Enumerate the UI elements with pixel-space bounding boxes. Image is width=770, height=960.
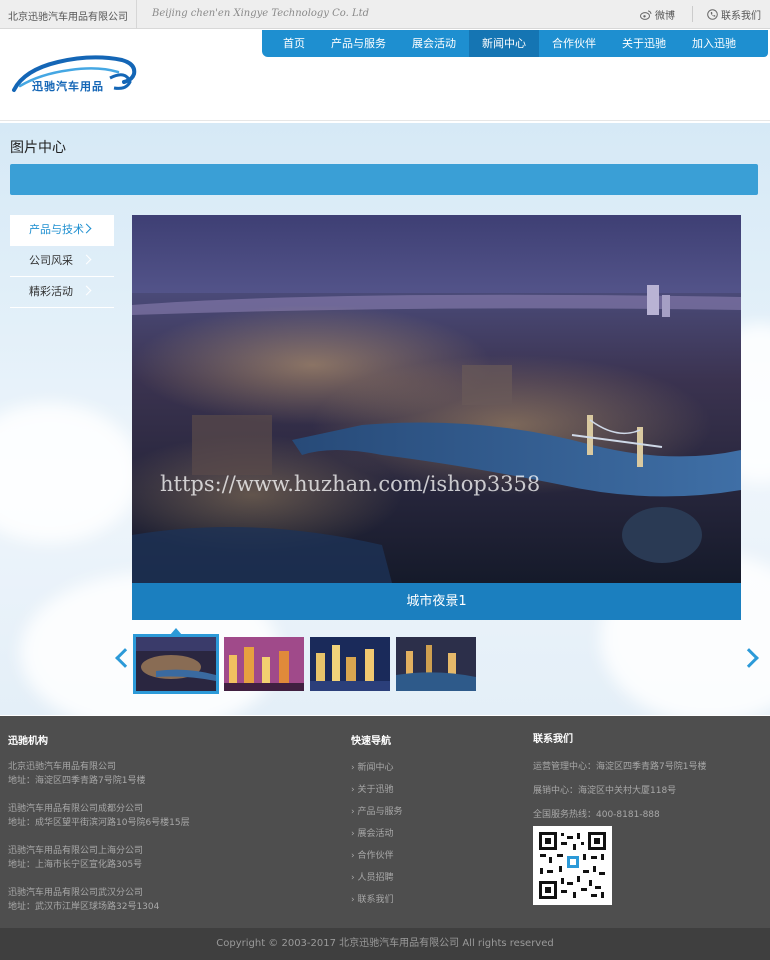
footer-link-label: 展会活动 [357, 829, 394, 839]
thumbnail-image [224, 637, 304, 691]
footer-link-label: 新闻中心 [357, 763, 394, 773]
footer-link[interactable]: › 关于迅驰 [351, 782, 393, 795]
top-bar: 北京迅驰汽车用品有限公司 Beijing chen'en Xingye Tech… [0, 0, 770, 29]
nav-item-products[interactable]: 产品与服务 [318, 30, 399, 57]
footer-link-label: 产品与服务 [357, 807, 403, 817]
footer-quicknav-title: 快速导航 [351, 736, 391, 747]
photo-caption: 城市夜景1 [132, 583, 741, 620]
footer-link-label: 人员招聘 [357, 873, 394, 883]
main-content: 图片中心 产品与技术 公司风采 精彩活动 https://www.huzhan.… [0, 123, 770, 715]
footer-link[interactable]: › 新闻中心 [351, 760, 393, 773]
office-address: 地址：上海市长宁区宣化路305号 [8, 860, 143, 870]
thumbnail-image [396, 637, 476, 691]
footer-link-label: 合作伙伴 [357, 851, 394, 861]
thumbnail[interactable] [224, 637, 304, 691]
logo-text: 迅驰汽车用品 [32, 80, 104, 93]
footer-link[interactable]: › 人员招聘 [351, 870, 393, 883]
nav-item-exhibitions[interactable]: 展会活动 [399, 30, 469, 57]
main-photo: https://www.huzhan.com/ishop3358 [132, 215, 741, 583]
office-name: 迅驰汽车用品有限公司成都分公司 [8, 804, 144, 814]
nav-item-partners[interactable]: 合作伙伴 [539, 30, 609, 57]
header-divider [0, 120, 770, 121]
sidebar-item-products-tech[interactable]: 产品与技术 [10, 215, 114, 246]
nav-item-news[interactable]: 新闻中心 [469, 30, 539, 57]
phone-icon [707, 9, 718, 20]
divider [136, 0, 137, 29]
sidebar-item-label: 产品与技术 [29, 223, 84, 236]
company-english-name: Beijing chen'en Xingye Technology Co. Lt… [152, 8, 370, 19]
divider [692, 6, 693, 22]
contact-label: 联系我们 [721, 11, 761, 22]
sidebar-item-label: 精彩活动 [29, 285, 73, 298]
thumbnail-image [310, 637, 390, 691]
footer-link[interactable]: › 产品与服务 [351, 804, 402, 817]
chevron-right-icon [81, 285, 92, 296]
footer-link[interactable]: › 合作伙伴 [351, 848, 393, 861]
thumbnail[interactable] [133, 634, 219, 694]
footer-link[interactable]: › 联系我们 [351, 892, 393, 905]
office-address: 地址：武汉市江岸区球场路32号1304 [8, 902, 160, 912]
copyright-bar: Copyright © 2003-2017 北京迅驰汽车用品有限公司 All r… [0, 928, 770, 960]
weibo-label: 微博 [655, 11, 675, 22]
office-entry: 迅驰汽车用品有限公司武汉分公司 地址：武汉市江岸区球场路32号1304 [8, 886, 159, 914]
main-nav: 首页 产品与服务 展会活动 新闻中心 合作伙伴 关于迅驰 加入迅驰 [262, 30, 768, 57]
qr-code [533, 826, 612, 905]
thumbnail[interactable] [310, 637, 390, 691]
office-name: 北京迅驰汽车用品有限公司 [8, 762, 117, 772]
site-logo[interactable]: 迅驰汽车用品 [10, 50, 140, 98]
thumbnail-strip [133, 634, 479, 695]
sidebar-item-company-style[interactable]: 公司风采 [10, 246, 114, 277]
office-name: 迅驰汽车用品有限公司武汉分公司 [8, 888, 144, 898]
contact-line: 展销中心：海淀区中关村大厦118号 [533, 786, 677, 796]
city-night-image: https://www.huzhan.com/ishop3358 [132, 215, 741, 583]
footer-link-label: 联系我们 [357, 895, 394, 905]
nav-item-home[interactable]: 首页 [270, 30, 318, 57]
footer-offices-title: 迅驰机构 [8, 736, 48, 747]
thumbnail[interactable] [396, 637, 476, 691]
contact-link[interactable]: 联系我们 [707, 7, 761, 22]
footer-contact-title: 联系我们 [533, 734, 573, 745]
title-band [10, 164, 758, 195]
weibo-icon [640, 10, 652, 20]
contact-line: 运营管理中心：海淀区四季青路7号院1号楼 [533, 762, 707, 772]
page-title: 图片中心 [10, 140, 66, 156]
footer-link[interactable]: › 展会活动 [351, 826, 393, 839]
nav-item-join[interactable]: 加入迅驰 [679, 30, 749, 57]
company-name: 北京迅驰汽车用品有限公司 [8, 12, 128, 23]
footer: 迅驰机构 北京迅驰汽车用品有限公司 地址：海淀区四季青路7号院1号楼 迅驰汽车用… [0, 716, 770, 928]
sidebar-item-events[interactable]: 精彩活动 [10, 277, 114, 308]
office-address: 地址：成华区望平街滨河路10号院6号楼15层 [8, 818, 190, 828]
weibo-link[interactable]: 微博 [640, 7, 675, 22]
qr-code-image [537, 830, 608, 901]
thumbnail-image [136, 637, 216, 691]
office-entry: 迅驰汽车用品有限公司成都分公司 地址：成华区望平街滨河路10号院6号楼15层 [8, 802, 190, 830]
background-cloud [0, 403, 140, 543]
nav-item-about[interactable]: 关于迅驰 [609, 30, 679, 57]
category-sidebar: 产品与技术 公司风采 精彩活动 [10, 215, 114, 308]
watermark-text: https://www.huzhan.com/ishop3358 [160, 472, 540, 496]
contact-line: 全国服务热线：400-8181-888 [533, 810, 660, 820]
sidebar-item-label: 公司风采 [29, 254, 73, 267]
office-entry: 北京迅驰汽车用品有限公司 地址：海淀区四季青路7号院1号楼 [8, 760, 145, 788]
office-address: 地址：海淀区四季青路7号院1号楼 [8, 776, 146, 786]
office-entry: 迅驰汽车用品有限公司上海分公司 地址：上海市长宁区宣化路305号 [8, 844, 143, 872]
chevron-right-icon [81, 254, 92, 265]
office-name: 迅驰汽车用品有限公司上海分公司 [8, 846, 144, 856]
footer-link-label: 关于迅驰 [357, 785, 394, 795]
thumb-pointer [170, 628, 182, 635]
